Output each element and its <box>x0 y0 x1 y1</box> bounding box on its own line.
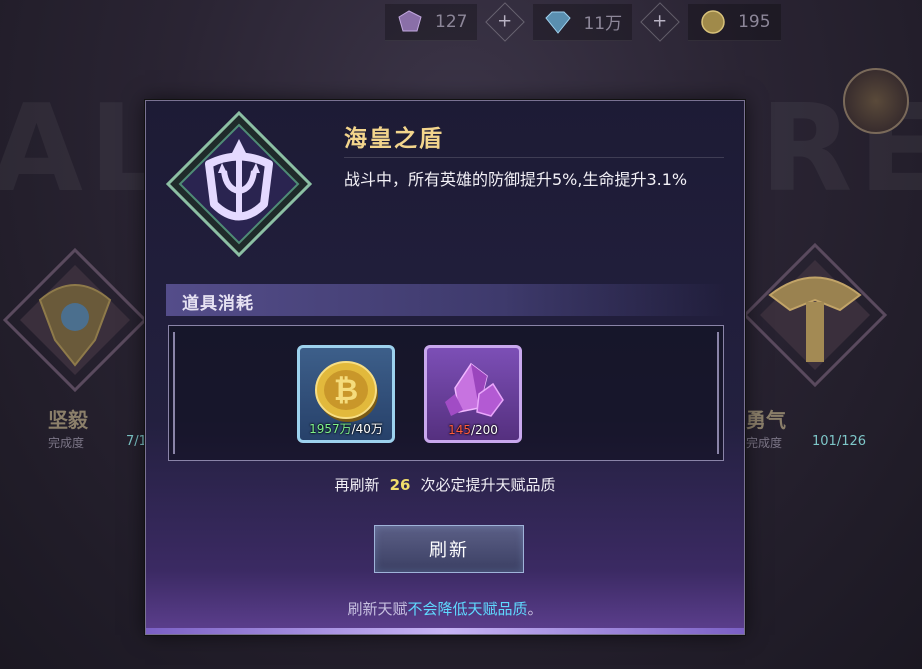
cost-item-crystal-count: 145/200 <box>448 423 498 437</box>
talent-refresh-dialog: 海皇之盾 战斗中，所有英雄的防御提升5%,生命提升3.1% 道具消耗 ₿ 195… <box>145 100 745 635</box>
refresh-guarantee-note: 再刷新 26 次必定提升天赋品质 <box>146 474 744 495</box>
right-talent-progress-label: 完成度 <box>746 436 783 450</box>
crystal-icon <box>398 9 422 31</box>
footer-prefix: 刷新天赋 <box>347 600 408 618</box>
right-talent-progress: 101/126 <box>812 434 867 449</box>
left-talent-title: 坚毅 <box>48 408 88 432</box>
refresh-button-label: 刷新 <box>429 540 469 561</box>
talent-emblem-left-icon <box>2 247 148 393</box>
coin-icon <box>701 9 725 34</box>
talent-emblem-right-icon <box>742 242 888 388</box>
plus-icon: + <box>497 11 513 32</box>
resource-crystal: 127 <box>385 3 478 41</box>
resource-coin: 195 <box>688 3 781 41</box>
purple-crystal-icon <box>445 362 504 417</box>
resource-crystal-value: 127 <box>435 11 468 32</box>
plus-icon: + <box>652 11 668 32</box>
resource-diamond-value: 11万 <box>583 14 623 34</box>
refresh-note-suffix: 次必定提升天赋品质 <box>420 476 556 494</box>
footer-highlight: 不会降低天赋品质 <box>407 600 528 618</box>
talent-name: 海皇之盾 <box>344 126 444 152</box>
resource-coin-value: 195 <box>738 11 771 32</box>
cost-item-coin-count: 1957万/40万 <box>309 422 383 436</box>
coin-icon: ₿ <box>315 361 378 422</box>
left-talent-progress-label: 完成度 <box>48 436 85 450</box>
add-diamond-button[interactable]: + <box>640 2 680 42</box>
right-talent-title: 勇气 <box>746 408 786 432</box>
dialog-bottom-glow <box>146 628 744 634</box>
corner-shop-button[interactable] <box>843 68 909 134</box>
cost-item-coin[interactable]: ₿ 1957万/40万 <box>297 345 395 443</box>
refresh-note-prefix: 再刷新 <box>334 476 380 494</box>
refresh-button[interactable]: 刷新 <box>374 525 524 573</box>
svg-text:₿: ₿ <box>334 373 358 408</box>
refresh-footer-note: 刷新天赋不会降低天赋品质。 <box>146 598 744 619</box>
talent-description: 战斗中，所有英雄的防御提升5%,生命提升3.1% <box>344 170 688 189</box>
cost-section-title: 道具消耗 <box>182 294 254 314</box>
add-crystal-button[interactable]: + <box>485 2 526 42</box>
cost-items-panel: ₿ 1957万/40万 145/200 <box>168 325 724 461</box>
footer-suffix: 。 <box>527 600 543 618</box>
cost-item-crystal[interactable]: 145/200 <box>424 345 522 443</box>
trident-shield-icon <box>165 110 313 258</box>
resource-bar: 127 + 11万 + 195 <box>385 0 922 44</box>
resource-diamond: 11万 <box>533 3 633 41</box>
cost-section-header: 道具消耗 <box>166 284 726 316</box>
refresh-note-count: 26 <box>389 476 411 494</box>
diamond-icon <box>545 11 572 34</box>
title-divider <box>344 157 724 158</box>
left-talent-progress: 7/1 <box>126 434 147 449</box>
